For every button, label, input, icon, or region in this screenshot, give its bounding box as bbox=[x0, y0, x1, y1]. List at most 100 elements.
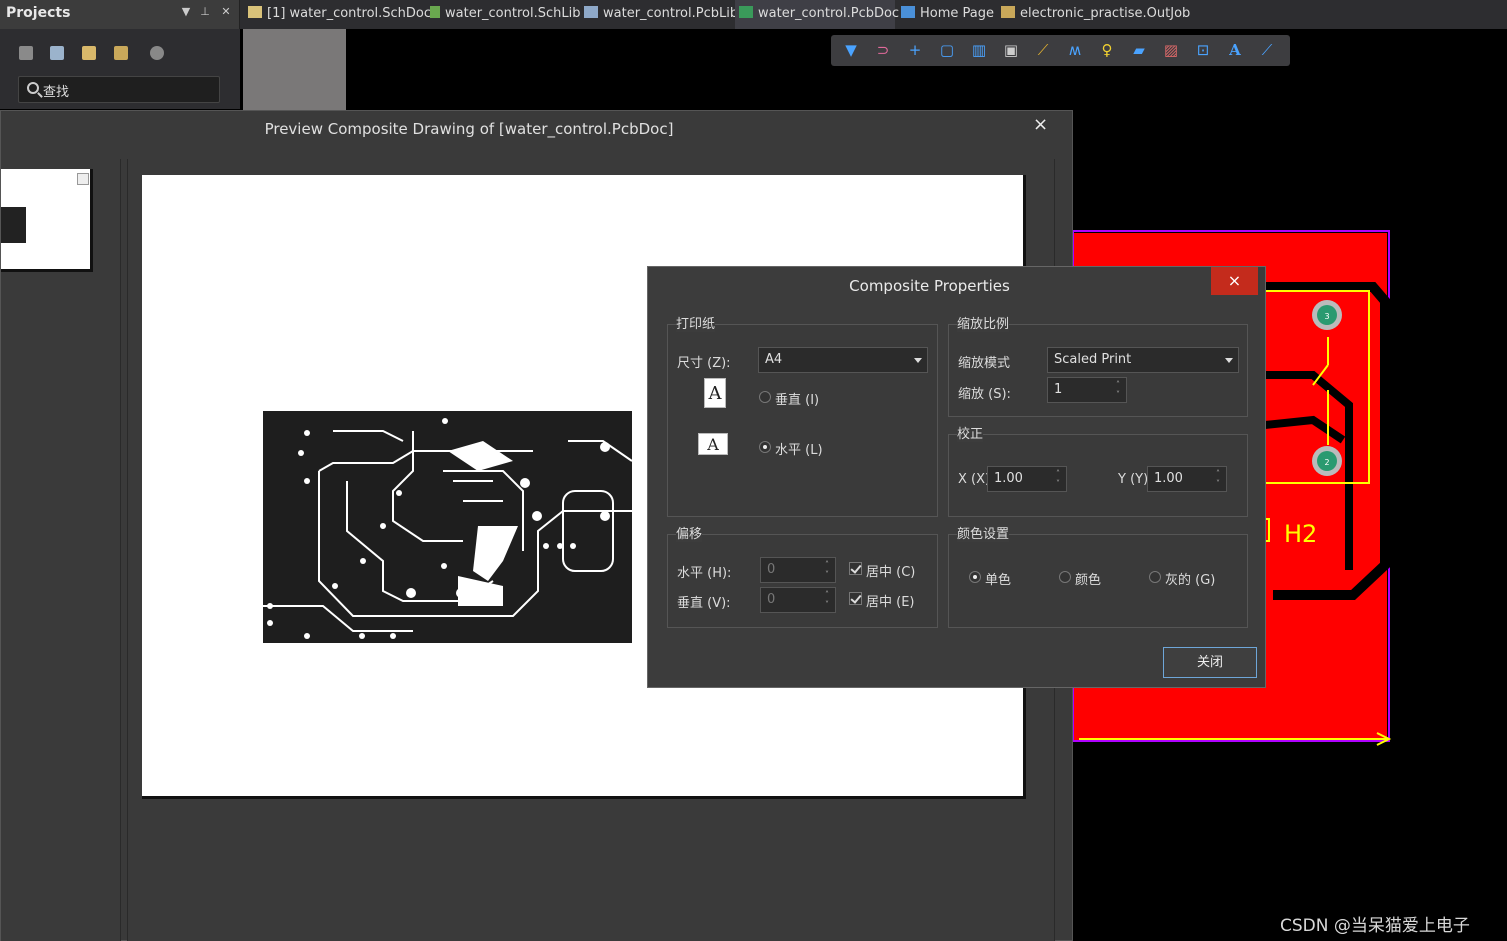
chevron-down-icon bbox=[1225, 358, 1233, 363]
save-all-icon[interactable] bbox=[50, 46, 64, 60]
tab-label: Home Page bbox=[920, 6, 994, 21]
tab-schlib[interactable]: water_control.SchLib bbox=[426, 0, 584, 29]
close-button[interactable]: 关闭 bbox=[1163, 647, 1257, 678]
filter-icon[interactable]: ▼ bbox=[841, 41, 861, 59]
gray-radio[interactable] bbox=[1149, 571, 1161, 583]
landscape-label: 水平 (L) bbox=[775, 443, 823, 458]
print-via bbox=[304, 430, 310, 436]
spinner-value: 1.00 bbox=[994, 471, 1023, 486]
chevron-up-icon[interactable]: ˄ bbox=[1114, 381, 1122, 389]
route-icon[interactable]: ⟋ bbox=[1033, 41, 1053, 59]
print-via bbox=[532, 511, 542, 521]
scale-mode-select[interactable]: Scaled Print bbox=[1047, 347, 1239, 373]
search-placeholder: 查找 bbox=[43, 85, 70, 100]
open-folder-icon[interactable] bbox=[82, 46, 96, 60]
print-via bbox=[456, 588, 466, 598]
tab-schdoc[interactable]: [1] water_control.SchDoc bbox=[244, 0, 435, 29]
spinner-value: 1.00 bbox=[1154, 471, 1183, 486]
x-correction-spinner[interactable]: 1.00 ˄ ˅ bbox=[987, 466, 1067, 492]
print-via bbox=[396, 490, 402, 496]
spinner-value: 0 bbox=[767, 562, 776, 577]
project-folder-icon[interactable] bbox=[114, 46, 128, 60]
projects-panel: 查找 bbox=[0, 29, 240, 109]
schdoc-icon bbox=[248, 6, 262, 18]
select-rect-icon[interactable]: ▢ bbox=[937, 41, 957, 59]
search-icon bbox=[27, 82, 39, 94]
gear-icon[interactable] bbox=[150, 46, 164, 60]
group-title: 校正 bbox=[957, 423, 984, 442]
search-input[interactable]: 查找 bbox=[18, 76, 220, 103]
scale-group: 缩放比例 缩放模式 Scaled Print 缩放 (S): 1 ˄ ˅ bbox=[948, 313, 1248, 417]
component-icon[interactable]: ▣ bbox=[1001, 41, 1021, 59]
align-icon[interactable]: ▥ bbox=[969, 41, 989, 59]
tab-outjob[interactable]: electronic_practise.OutJob bbox=[997, 0, 1194, 29]
dimension-icon[interactable]: ⊡ bbox=[1193, 41, 1213, 59]
page-thumbnails bbox=[1, 159, 121, 941]
tab-label: water_control.PcbDoc bbox=[758, 6, 900, 21]
portrait-label: 垂直 (I) bbox=[775, 393, 820, 408]
print-via bbox=[600, 442, 610, 452]
group-title: 偏移 bbox=[676, 523, 703, 542]
watermark: CSDN @当呆猫爱上电子 bbox=[1280, 916, 1470, 936]
chevron-down-icon[interactable]: ˅ bbox=[1114, 391, 1122, 399]
mono-radio[interactable] bbox=[969, 571, 981, 583]
landscape-page-icon: A bbox=[698, 433, 728, 455]
print-via bbox=[442, 418, 448, 424]
color-label: 颜色 bbox=[1075, 573, 1102, 588]
scale-spinner[interactable]: 1 ˄ ˅ bbox=[1047, 377, 1127, 403]
tab-home-page[interactable]: Home Page bbox=[897, 0, 998, 29]
chevron-up-icon[interactable]: ˄ bbox=[823, 561, 831, 569]
print-via bbox=[267, 603, 273, 609]
tab-pcbdoc[interactable]: water_control.PcbDoc bbox=[735, 0, 899, 29]
vertical-label: 垂直 (V): bbox=[677, 596, 731, 611]
chevron-up-icon[interactable]: ˄ bbox=[823, 591, 831, 599]
chevron-down-icon[interactable]: ˅ bbox=[1214, 480, 1222, 488]
tab-label: water_control.PcbLib bbox=[603, 6, 739, 21]
save-icon[interactable] bbox=[19, 46, 33, 60]
paper-size-select[interactable]: A4 bbox=[758, 347, 928, 373]
pad-number: 2 bbox=[1324, 458, 1329, 467]
composite-properties-dialog: Composite Properties × 打印纸 尺寸 (Z): A4 A … bbox=[647, 266, 1266, 688]
portrait-radio[interactable] bbox=[759, 391, 771, 403]
panel-menu-icon[interactable]: ▼ bbox=[179, 5, 193, 18]
color-radio[interactable] bbox=[1059, 571, 1071, 583]
interactive-routing-icon[interactable]: ⊃ bbox=[873, 41, 893, 59]
print-via bbox=[520, 478, 530, 488]
landscape-radio[interactable] bbox=[759, 441, 771, 453]
chevron-up-icon[interactable]: ˄ bbox=[1054, 470, 1062, 478]
line-icon[interactable]: ⟋ bbox=[1257, 41, 1277, 59]
text-icon[interactable]: A bbox=[1225, 41, 1245, 59]
center-vertical-checkbox[interactable] bbox=[849, 592, 862, 605]
pcb-active-bar: ▼ ⊃ + ▢ ▥ ▣ ⟋ ʍ ♀ ▰ ▨ ⊡ A ⟋ bbox=[831, 35, 1290, 66]
close-icon[interactable]: × bbox=[1211, 267, 1258, 295]
chevron-down-icon[interactable]: ˅ bbox=[823, 601, 831, 609]
chevron-down-icon[interactable]: ˅ bbox=[1054, 480, 1062, 488]
polygon-icon[interactable]: ▰ bbox=[1129, 41, 1149, 59]
vertical-offset-spinner[interactable]: 0 ˄ ˅ bbox=[760, 587, 836, 613]
print-via bbox=[380, 523, 386, 529]
center-horizontal-checkbox[interactable] bbox=[849, 562, 862, 575]
keepout-icon[interactable]: ▨ bbox=[1161, 41, 1181, 59]
window-title: Preview Composite Drawing of [water_cont… bbox=[264, 120, 674, 138]
print-via bbox=[304, 633, 310, 639]
crosshair-icon[interactable]: + bbox=[905, 41, 925, 59]
y-correction-spinner[interactable]: 1.00 ˄ ˅ bbox=[1147, 466, 1227, 492]
horizontal-offset-spinner[interactable]: 0 ˄ ˅ bbox=[760, 557, 836, 583]
group-title: 打印纸 bbox=[676, 313, 716, 332]
chevron-up-icon[interactable]: ˄ bbox=[1214, 470, 1222, 478]
pin-icon[interactable]: ⊥ bbox=[198, 5, 212, 18]
chevron-down-icon[interactable]: ˅ bbox=[823, 571, 831, 579]
print-via bbox=[332, 583, 338, 589]
center-horizontal-label: 居中 (C) bbox=[866, 565, 916, 580]
via-icon[interactable]: ♀ bbox=[1097, 41, 1117, 59]
tab-pcblib[interactable]: water_control.PcbLib bbox=[580, 0, 742, 29]
pcbdoc-icon bbox=[739, 6, 753, 18]
close-icon[interactable]: × bbox=[1033, 114, 1048, 135]
spinner-value: 1 bbox=[1054, 382, 1063, 397]
document-tab-bar: Projects ▼ ⊥ ✕ [1] water_control.SchDoc … bbox=[0, 0, 1507, 29]
page-thumbnail[interactable] bbox=[1, 169, 93, 272]
print-via bbox=[406, 588, 416, 598]
print-icon[interactable] bbox=[77, 173, 89, 185]
close-icon[interactable]: ✕ bbox=[219, 5, 233, 18]
diff-pair-icon[interactable]: ʍ bbox=[1065, 41, 1085, 59]
